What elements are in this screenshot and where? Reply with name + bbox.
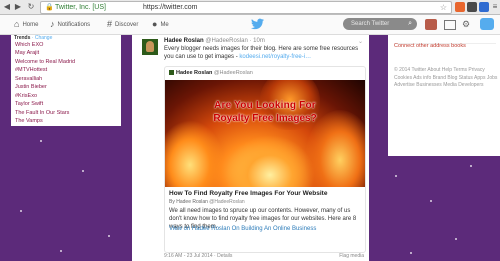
tweet-time[interactable]: · 10m xyxy=(249,38,264,44)
site-identity: Twitter, Inc. [US] xyxy=(55,4,106,11)
author-handle[interactable]: @HadeeRoslan xyxy=(205,38,247,44)
flame-shape xyxy=(225,135,315,187)
tweet-author: Hadee Roslan @HadeeRoslan · 10m xyxy=(164,38,265,44)
messages-icon[interactable] xyxy=(444,20,456,30)
flame-shape xyxy=(165,120,225,187)
browser-toolbar: ◀ ▶ ↻ 🔒 Twitter, Inc. [US] https://twitt… xyxy=(0,0,500,15)
bell-icon: ♪ xyxy=(50,19,55,29)
card-by-name[interactable]: Hadee Roslan xyxy=(176,199,208,205)
background-star xyxy=(455,238,457,240)
chevron-down-icon[interactable]: ⌄ xyxy=(358,38,363,45)
background-star xyxy=(60,250,62,252)
tweet-text: Every blogger needs images for their blo… xyxy=(164,45,364,61)
url-text[interactable]: https://twitter.com xyxy=(143,2,197,13)
extension-icon[interactable] xyxy=(467,2,477,12)
nav-notifications-label: Notifications xyxy=(57,22,91,28)
menu-icon[interactable]: ≡ xyxy=(490,2,500,12)
reload-icon[interactable]: ↻ xyxy=(26,2,36,12)
connect-address-books-link[interactable]: Connect other address books xyxy=(394,43,466,49)
tweet-text-line: can use to get images - xyxy=(175,54,240,60)
nav-me-label: Me xyxy=(160,22,169,28)
card-avatar xyxy=(169,70,174,75)
search-input[interactable]: Search Twitter ⌕ xyxy=(343,18,417,30)
back-icon[interactable]: ◀ xyxy=(2,2,12,12)
trend-item[interactable]: Taylor Swift xyxy=(15,101,43,107)
search-icon[interactable]: ⌕ xyxy=(408,18,412,30)
site-footer[interactable]: © 2014 Twitter About Help Terms Privacy … xyxy=(394,67,498,90)
background-star xyxy=(410,252,412,254)
person-icon: ● xyxy=(152,19,158,29)
compose-tweet-button[interactable] xyxy=(480,18,494,30)
lock-icon: 🔒 xyxy=(45,4,54,11)
home-icon: ⌂ xyxy=(14,19,20,29)
background-star xyxy=(430,200,432,202)
trend-item[interactable]: Seravalliah xyxy=(15,76,42,82)
forward-icon[interactable]: ▶ xyxy=(13,2,23,12)
top-navigation: ⌂ Home ♪ Notifications # Discover ● Me Searc… xyxy=(0,15,500,35)
trends-title: Trends xyxy=(14,35,31,41)
image-caption: Royalty Free Images? xyxy=(213,113,317,124)
flag-media-link[interactable]: Flag media xyxy=(339,253,364,259)
background-star xyxy=(108,235,110,237)
background-star xyxy=(395,175,397,177)
tweet-footer: 9:16 AM - 23 Jul 2014 · Details Flag med… xyxy=(164,253,364,259)
trend-item[interactable]: Welcome to Real Madrid xyxy=(15,59,75,65)
nav-discover-label: Discover xyxy=(115,22,139,28)
trend-item[interactable]: May Arajit xyxy=(15,50,39,56)
trend-item[interactable]: The Vamps xyxy=(15,118,43,124)
background-star xyxy=(40,140,42,142)
trends-panel: Trends · Change Which EXO May Arajit Wel… xyxy=(11,35,121,126)
card-author: Hadee Roslan @HadeeRoslan xyxy=(169,70,253,76)
gear-icon[interactable]: ⚙ xyxy=(462,19,474,30)
hashtag-icon: # xyxy=(107,19,113,29)
card-author-name[interactable]: Hadee Roslan xyxy=(176,70,212,76)
card-by-handle[interactable]: @HadeeRoslan xyxy=(208,199,244,205)
extension-icon[interactable] xyxy=(455,2,465,12)
nav-me[interactable]: ● Me xyxy=(152,15,169,34)
tweet-timestamp[interactable]: 9:16 AM - 23 Jul 2014 · Details xyxy=(164,253,232,259)
trends-header: Trends · Change xyxy=(14,35,52,41)
avatar[interactable] xyxy=(142,39,158,55)
card-byline: By Hadee Roslan @HadeeRoslan xyxy=(169,199,245,205)
trend-item[interactable]: Which EXO xyxy=(15,42,43,48)
nav-notifications[interactable]: ♪ Notifications xyxy=(50,15,90,34)
background-star xyxy=(20,210,22,212)
trend-item[interactable]: The Fault In Our Stars xyxy=(15,110,69,116)
nav-discover[interactable]: # Discover xyxy=(107,15,138,34)
card-image[interactable]: Are You Looking For Royalty Free Images? xyxy=(165,80,365,187)
bookmark-star-icon[interactable]: ☆ xyxy=(440,2,447,13)
address-bar[interactable]: 🔒 Twitter, Inc. [US] https://twitter.com… xyxy=(40,1,452,14)
nav-home[interactable]: ⌂ Home xyxy=(14,15,38,34)
author-name[interactable]: Hadee Roslan xyxy=(164,38,204,44)
tweet-link[interactable]: kodeesi.net/royalty-free-i… xyxy=(239,54,311,60)
trend-item[interactable]: Justin Bieber xyxy=(15,84,47,90)
trend-item[interactable]: #KrisExo xyxy=(15,93,37,99)
nav-home-label: Home xyxy=(22,22,39,28)
background-star xyxy=(470,165,472,167)
right-sidebar: Connect other address books © 2014 Twitt… xyxy=(388,35,500,156)
tweet-detail: Hadee Roslan @HadeeRoslan · 10m ⌄ Every … xyxy=(132,35,369,261)
trend-item[interactable]: #MTVHottest xyxy=(15,67,47,73)
image-caption: Are You Looking For xyxy=(214,100,316,111)
card-author-handle[interactable]: @HadeeRoslan xyxy=(214,70,253,76)
profile-avatar[interactable] xyxy=(425,19,437,30)
card-view-link[interactable]: View on Hadee Roslan On Building An Onli… xyxy=(169,226,316,232)
search-placeholder: Search Twitter xyxy=(351,21,390,27)
trends-change-link[interactable]: · Change xyxy=(32,35,53,41)
twitter-bird-icon[interactable] xyxy=(251,18,264,30)
extension-icon[interactable] xyxy=(479,2,489,12)
card-title[interactable]: How To Find Royalty Free Images For Your… xyxy=(169,190,327,197)
summary-card: Hadee Roslan @HadeeRoslan Are You Lookin… xyxy=(164,66,366,253)
background-star xyxy=(82,170,84,172)
